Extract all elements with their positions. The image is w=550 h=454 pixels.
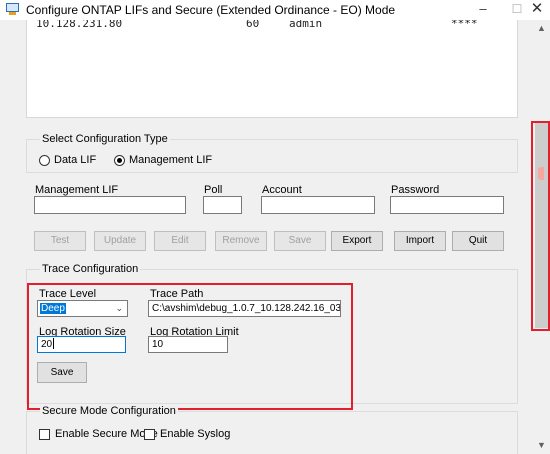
minimize-button[interactable]: – [466,0,500,20]
config-type-group: Select Configuration Type [26,133,518,173]
management-lif-radio[interactable] [114,155,125,166]
close-button[interactable]: ✕ [520,0,550,20]
account-label: Account [262,184,302,196]
annotation-highlight-box [27,283,353,410]
data-lif-radio[interactable] [39,155,50,166]
export-button[interactable]: Export [331,231,383,251]
test-button[interactable]: Test [34,231,86,251]
quit-button[interactable]: Quit [452,231,504,251]
poll-input[interactable] [203,196,242,214]
trace-config-title: Trace Configuration [40,263,141,275]
enable-syslog-checkbox[interactable] [144,429,155,440]
import-button[interactable]: Import [394,231,446,251]
title-bar[interactable]: Configure ONTAP LIFs and Secure (Extende… [0,0,550,20]
list-cell-password: **** [451,20,478,30]
scroll-up-arrow-icon[interactable]: ▲ [533,20,550,37]
poll-label: Poll [204,184,223,196]
management-lif-input[interactable] [34,196,186,214]
app-icon [6,3,19,15]
config-type-title: Select Configuration Type [40,133,170,145]
list-cell-poll: 60 [246,20,260,30]
enable-syslog-label: Enable Syslog [160,428,231,440]
account-input[interactable] [261,196,375,214]
list-cell-account: admin [289,20,323,30]
enable-secure-mode-label: Enable Secure Mode [55,428,158,440]
data-lif-label: Data LIF [54,154,97,166]
save-button[interactable]: Save [274,231,326,251]
password-label: Password [391,184,440,196]
scrollbar-annotation-box [531,121,550,331]
scroll-down-arrow-icon[interactable]: ▼ [533,437,550,454]
management-lif-radio-label: Management LIF [129,154,213,166]
enable-secure-mode-checkbox[interactable] [39,429,50,440]
password-input[interactable] [390,196,504,214]
edit-button[interactable]: Edit [154,231,206,251]
update-button[interactable]: Update [94,231,146,251]
secure-mode-title: Secure Mode Configuration [40,405,178,417]
remove-button[interactable]: Remove [215,231,267,251]
form-client-area: 10.128.231.80 60 admin **** Select Confi… [0,20,533,454]
management-lif-label: Management LIF [35,184,119,196]
list-cell-address: 10.128.231.80 [36,20,123,30]
window-title: Configure ONTAP LIFs and Secure (Extende… [26,3,396,17]
lif-list[interactable]: 10.128.231.80 60 admin **** [26,20,518,118]
